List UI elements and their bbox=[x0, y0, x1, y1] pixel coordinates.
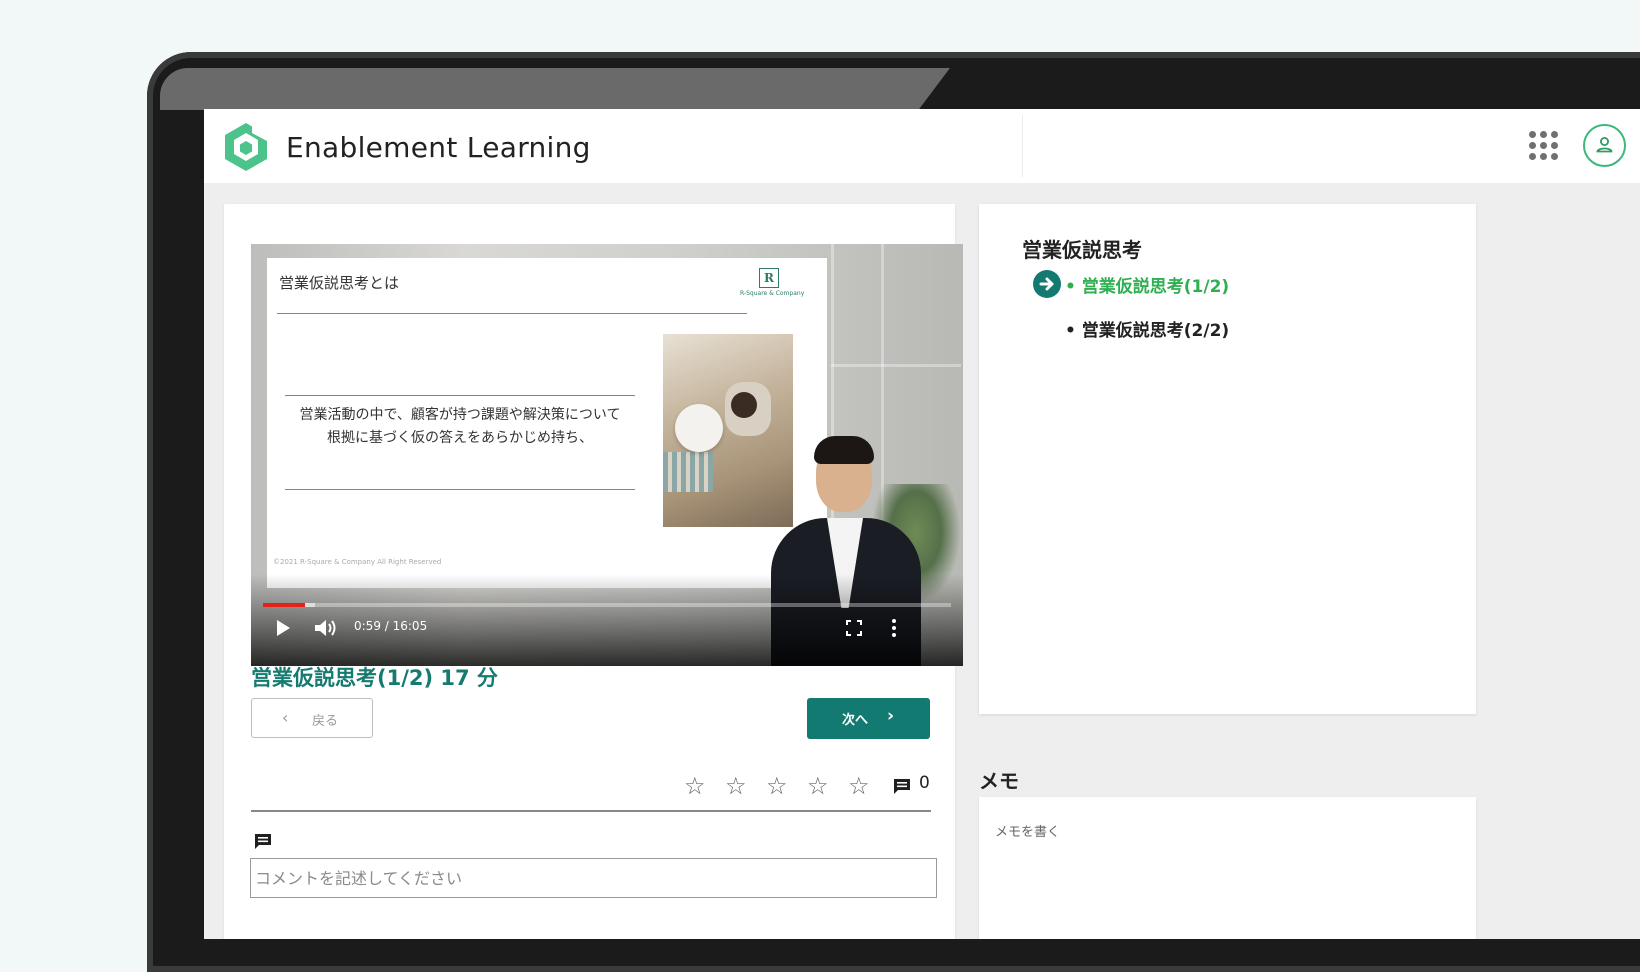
top-bar: Enablement Learning bbox=[204, 109, 1640, 183]
volume-icon[interactable] bbox=[313, 618, 339, 638]
bezel-glare bbox=[160, 68, 950, 110]
slide-brand-name: R-Square & Company bbox=[740, 290, 805, 297]
video-player[interactable]: 営業仮説思考とは R R-Square & Company 営業活動の中で、顧客… bbox=[251, 244, 963, 666]
back-button[interactable]: ‹ 戻る bbox=[251, 698, 373, 738]
slide-body: 営業活動の中で、顧客が持つ課題や解決策について 根拠に基づく仮の答えをあらかじめ… bbox=[285, 404, 635, 450]
chevron-right-icon: › bbox=[887, 706, 895, 726]
memo-input[interactable] bbox=[993, 819, 1457, 923]
course-outline-card: 営業仮説思考 • 営業仮説思考(1/2) • 営業仮説思考(2/2) bbox=[979, 204, 1476, 714]
topbar-divider bbox=[1022, 115, 1023, 177]
app-logo-icon bbox=[225, 123, 267, 171]
play-icon[interactable] bbox=[277, 620, 290, 636]
comment-count-icon bbox=[894, 779, 910, 794]
video-played-fill bbox=[263, 603, 305, 607]
slide-footer: ©2021 R-Square & Company All Right Reser… bbox=[273, 558, 442, 566]
rating-star-icon[interactable]: ☆ bbox=[725, 772, 747, 800]
lesson-card: 営業仮説思考とは R R-Square & Company 営業活動の中で、顧客… bbox=[224, 204, 963, 939]
grid-apps-icon[interactable] bbox=[1529, 131, 1561, 163]
current-lesson-arrow-icon bbox=[1033, 270, 1061, 298]
slide-body-line-2: 根拠に基づく仮の答えをあらかじめ持ち、 bbox=[327, 430, 593, 446]
back-button-label: 戻る bbox=[312, 714, 339, 729]
video-time: 0:59 / 16:05 bbox=[354, 619, 428, 633]
slide-title: 営業仮説思考とは bbox=[279, 274, 400, 292]
comment-icon bbox=[255, 834, 271, 849]
rating-star-icon[interactable]: ☆ bbox=[848, 772, 870, 800]
video-progress-bar[interactable] bbox=[263, 603, 951, 607]
next-button[interactable]: 次へ › bbox=[807, 698, 930, 739]
slide-body-line-1: 営業活動の中で、顧客が持つ課題や解決策について bbox=[299, 407, 621, 423]
presentation-slide: 営業仮説思考とは R R-Square & Company 営業活動の中で、顧客… bbox=[267, 258, 827, 588]
memo-title: メモ bbox=[979, 769, 1019, 793]
slide-title-rule bbox=[277, 313, 747, 314]
app-title: Enablement Learning bbox=[286, 131, 591, 164]
section-divider bbox=[251, 810, 931, 812]
lesson-title: 営業仮説思考(1/2) 17 分 bbox=[251, 666, 498, 690]
next-button-label: 次へ bbox=[842, 713, 869, 728]
more-options-icon[interactable] bbox=[892, 619, 896, 637]
chevron-left-icon: ‹ bbox=[282, 708, 289, 727]
outline-title: 営業仮説思考 bbox=[1022, 238, 1142, 262]
person-icon bbox=[1596, 136, 1613, 153]
slide-brand-logo-icon: R bbox=[759, 268, 779, 288]
rating-star-icon[interactable]: ☆ bbox=[766, 772, 788, 800]
outline-item-lesson-1[interactable]: • 営業仮説思考(1/2) bbox=[1065, 272, 1229, 297]
comment-count: 0 bbox=[919, 773, 930, 793]
fullscreen-icon[interactable] bbox=[846, 620, 862, 636]
app-screen: Enablement Learning 営業仮説思考とは R R-Square … bbox=[204, 109, 1640, 939]
rating-star-icon[interactable]: ☆ bbox=[684, 772, 706, 800]
rating-star-icon[interactable]: ☆ bbox=[807, 772, 829, 800]
comment-input[interactable] bbox=[250, 858, 937, 898]
memo-card bbox=[979, 797, 1476, 939]
slide-rule-bottom bbox=[285, 489, 635, 490]
slide-rule-top bbox=[285, 395, 635, 396]
user-account-icon[interactable] bbox=[1583, 124, 1626, 167]
outline-item-lesson-2[interactable]: • 営業仮説思考(2/2) bbox=[1065, 316, 1229, 341]
